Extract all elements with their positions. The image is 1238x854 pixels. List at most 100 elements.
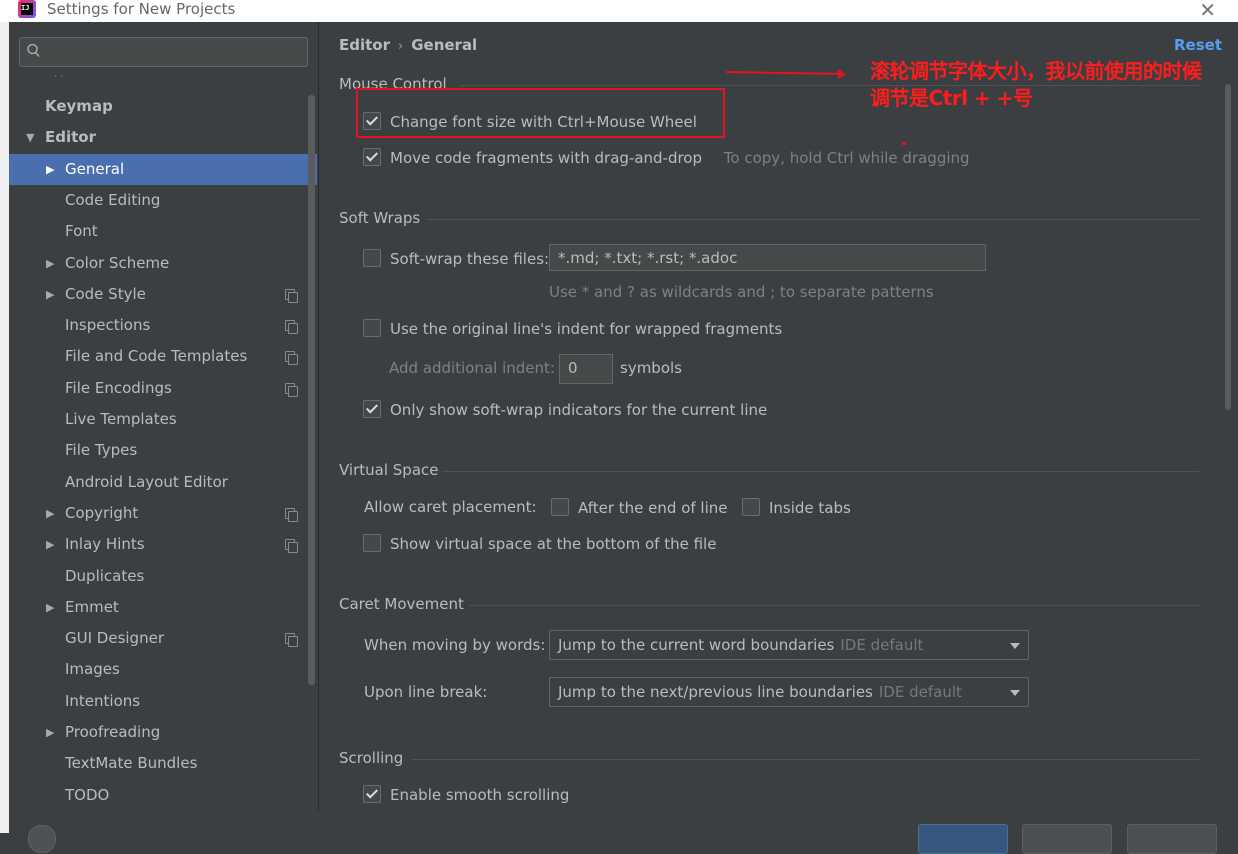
soft-wrap-files-label: Soft-wrap these files: — [390, 250, 550, 268]
smooth-scrolling-checkbox[interactable] — [363, 785, 381, 803]
only-show-indicators-checkbox[interactable] — [363, 400, 381, 418]
move-fragments-option[interactable]: Move code fragments with drag-and-drop T… — [363, 148, 970, 167]
sidebar-item-file-encodings[interactable]: File Encodings — [9, 373, 318, 404]
moving-words-dropdown[interactable]: Jump to the current word boundaries IDE d… — [549, 630, 1029, 660]
after-end-checkbox[interactable] — [551, 498, 569, 516]
sidebar-item-textmate-bundles[interactable]: TextMate Bundles — [9, 748, 318, 779]
soft-wrap-files-checkbox[interactable] — [363, 249, 381, 267]
sidebar-item-label: Code Style — [65, 284, 146, 303]
sidebar-item-inspections[interactable]: Inspections — [9, 310, 318, 341]
breadcrumb-current: General — [411, 36, 478, 54]
apply-button[interactable] — [1127, 824, 1217, 854]
sidebar-item-label: Code Editing — [65, 190, 161, 209]
close-icon[interactable]: ✕ — [1199, 0, 1216, 22]
sidebar-item-code-style[interactable]: ▶ Code Style — [9, 279, 318, 310]
sidebar-item-editor[interactable]: ▼ Editor — [9, 122, 318, 153]
sidebar-item-label: GUI Designer — [65, 629, 164, 648]
sidebar-item-label: Keymap — [45, 97, 113, 115]
section-title-soft-wraps: Soft Wraps — [339, 209, 421, 227]
collapsed-arrow-icon[interactable]: ▶ — [46, 717, 54, 748]
move-fragments-checkbox[interactable] — [363, 148, 381, 166]
main-scrollbar[interactable] — [1225, 84, 1231, 410]
cancel-button[interactable] — [1022, 824, 1112, 854]
sidebar-item-label: Images — [65, 660, 120, 679]
original-indent-option[interactable]: Use the original line's indent for wrapp… — [363, 319, 782, 338]
collapsed-arrow-icon[interactable]: ▶ — [46, 154, 54, 185]
collapsed-arrow-icon[interactable]: ▶ — [46, 529, 54, 560]
inside-tabs-option[interactable]: Inside tabs — [742, 498, 851, 517]
after-end-option[interactable]: After the end of line — [551, 498, 728, 517]
soft-wrap-files-option[interactable]: Soft-wrap these files: — [363, 249, 549, 268]
section-title-virtual-space: Virtual Space — [339, 461, 439, 479]
sidebar-item-label: General — [65, 159, 125, 178]
sidebar-item-label: Intentions — [65, 691, 141, 710]
sidebar-item-label: Editor — [45, 128, 96, 147]
allow-caret-label: Allow caret placement: — [364, 498, 537, 516]
additional-indent-input[interactable]: 0 — [559, 354, 613, 384]
collapsed-arrow-icon[interactable]: ▶ — [46, 498, 54, 529]
sidebar-item-copyright[interactable]: ▶ Copyright — [9, 498, 318, 529]
sidebar-item-label: Emmet — [65, 597, 119, 616]
additional-indent-label: Add additional indent: — [389, 359, 555, 377]
line-break-dropdown[interactable]: Jump to the next/previous line boundarie… — [549, 677, 1029, 707]
sidebar-item-label: Inlay Hints — [65, 535, 145, 554]
sidebar-item-file-types[interactable]: File Types — [9, 435, 318, 466]
sidebar-item-emmet[interactable]: ▶ Emmet — [9, 592, 318, 623]
breadcrumb: Editor › General — [339, 36, 477, 54]
sidebar-item-intentions[interactable]: Intentions — [9, 686, 318, 717]
sidebar-item-proofreading[interactable]: ▶ Proofreading — [9, 717, 318, 748]
inside-tabs-label: Inside tabs — [769, 499, 851, 517]
move-fragments-hint: To copy, hold Ctrl while dragging — [723, 149, 970, 167]
show-virtual-bottom-label: Show virtual space at the bottom of the … — [390, 535, 717, 553]
show-virtual-bottom-checkbox[interactable] — [363, 534, 381, 552]
sidebar-item-label: Color Scheme — [65, 253, 170, 272]
reset-link[interactable]: Reset — [1174, 36, 1222, 54]
sidebar-item-inlay-hints[interactable]: ▶ Inlay Hints — [9, 529, 318, 560]
sidebar-item-android-layout-editor[interactable]: Android Layout Editor — [9, 467, 318, 498]
sidebar-item-label: Live Templates — [65, 410, 177, 428]
sidebar-scrollbar[interactable] — [308, 95, 315, 685]
original-indent-checkbox[interactable] — [363, 319, 381, 337]
sidebar-item-general[interactable]: ▶ General — [9, 153, 317, 185]
moving-words-value: Jump to the current word boundaries — [558, 636, 835, 654]
collapsed-arrow-icon[interactable]: ▶ — [46, 248, 54, 279]
ok-button[interactable] — [918, 824, 1008, 854]
sidebar-item-font[interactable]: Font — [9, 216, 318, 247]
sidebar-item-duplicates[interactable]: Duplicates — [9, 561, 318, 592]
moving-words-default: IDE default — [840, 636, 924, 654]
sidebar-item-code-editing[interactable]: Code Editing — [9, 185, 318, 216]
collapsed-arrow-icon[interactable]: ▶ — [46, 592, 54, 623]
search-input[interactable] — [19, 37, 308, 67]
sidebar-item-label: TODO — [65, 785, 110, 804]
only-show-indicators-option[interactable]: Only show soft-wrap indicators for the c… — [363, 400, 767, 419]
project-scope-icon — [285, 382, 298, 397]
sidebar-item-todo[interactable]: TODO — [9, 780, 318, 811]
inside-tabs-checkbox[interactable] — [742, 498, 760, 516]
sidebar-item-color-scheme[interactable]: ▶ Color Scheme — [9, 248, 318, 279]
smooth-scrolling-option[interactable]: Enable smooth scrolling — [363, 785, 569, 804]
show-virtual-bottom-option[interactable]: Show virtual space at the bottom of the … — [363, 534, 716, 553]
annotation-line-2: 调节是Ctrl + +号 — [870, 86, 1033, 110]
move-fragments-label: Move code fragments with drag-and-drop — [390, 149, 703, 167]
window-titlebar: IJ Settings for New Projects ✕ — [0, 0, 1238, 22]
sidebar-item-gui-designer[interactable]: GUI Designer — [9, 623, 318, 654]
breadcrumb-parent[interactable]: Editor — [339, 36, 390, 54]
section-divider — [442, 471, 1199, 472]
chevron-down-icon — [1010, 690, 1020, 696]
window-edge — [0, 22, 9, 833]
sidebar-item-images[interactable]: Images — [9, 654, 318, 685]
sidebar-item-label: Copyright — [65, 503, 139, 522]
help-icon[interactable] — [28, 825, 56, 853]
settings-main-panel: Editor › General Reset Mouse Control Chang… — [319, 22, 1238, 810]
sidebar-item-live-templates[interactable]: Live Templates — [9, 404, 318, 435]
line-break-value: Jump to the next/previous line boundarie… — [558, 683, 873, 701]
expanded-arrow-icon[interactable]: ▼ — [26, 122, 34, 153]
wildcard-hint: Use * and ? as wildcards and ; to separa… — [549, 283, 934, 301]
project-scope-icon — [285, 507, 298, 522]
sidebar-item-file-and-code-templates[interactable]: File and Code Templates — [9, 341, 318, 372]
soft-wrap-patterns-input[interactable]: *.md; *.txt; *.rst; *.adoc — [549, 244, 986, 271]
sidebar-item-label: Font — [65, 222, 98, 241]
collapsed-arrow-icon[interactable]: ▶ — [46, 279, 54, 310]
sidebar-item-keymap[interactable]: Keymap — [9, 91, 318, 122]
section-divider — [469, 605, 1199, 606]
